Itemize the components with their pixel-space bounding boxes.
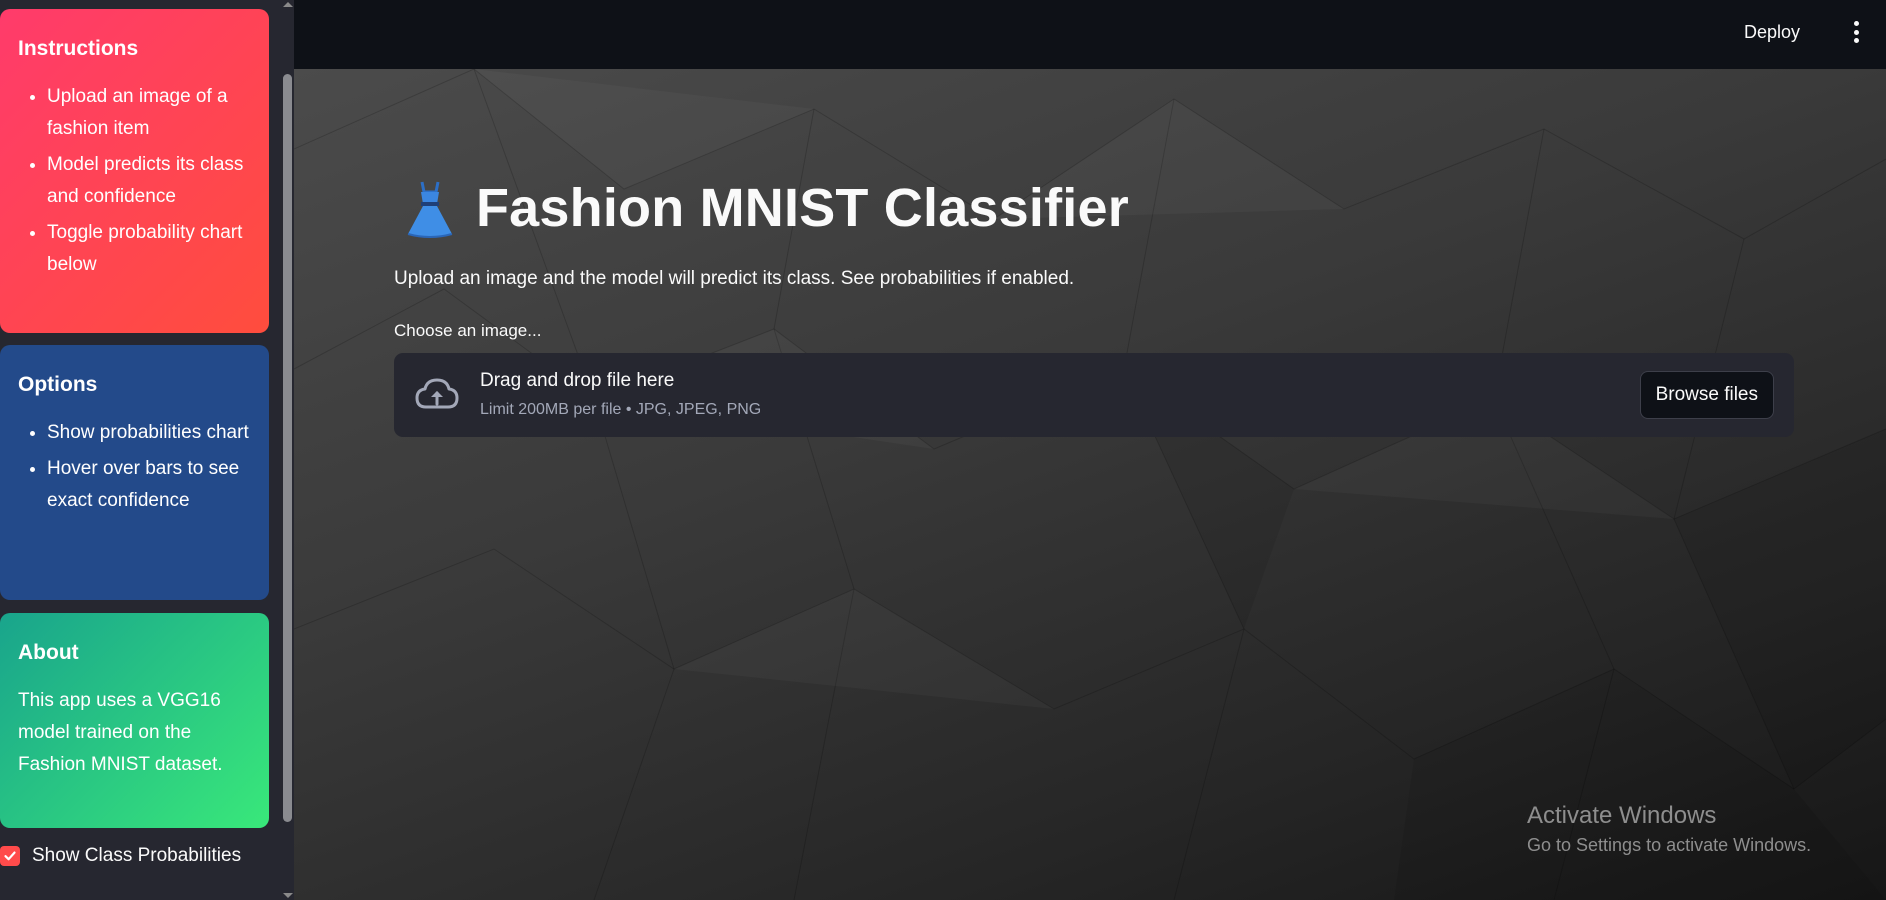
file-dropzone[interactable]: Drag and drop file here Limit 200MB per … [394, 353, 1794, 437]
list-item: Show probabilities chart [47, 417, 251, 449]
options-list: Show probabilities chart Hover over bars… [18, 417, 251, 517]
deploy-button[interactable]: Deploy [1738, 20, 1806, 45]
dropzone-title: Drag and drop file here [480, 370, 675, 391]
instructions-list: Upload an image of a fashion item Model … [18, 81, 251, 281]
dropzone-limit: Limit 200MB per file • JPG, JPEG, PNG [480, 401, 762, 418]
main-content: Fashion MNIST Classifier Upload an image… [294, 69, 1886, 900]
list-item: Upload an image of a fashion item [47, 81, 251, 145]
app-header: Deploy [294, 0, 1886, 69]
sidebar-scroll-thumb[interactable] [283, 74, 292, 822]
file-uploader-label: Choose an image... [394, 321, 542, 340]
page-title: Fashion MNIST Classifier [476, 178, 1129, 238]
instructions-heading: Instructions [18, 37, 139, 60]
scroll-up-arrow-icon[interactable] [283, 2, 293, 7]
list-item: Hover over bars to see exact confidence [47, 453, 251, 517]
windows-watermark-title: Activate Windows [1527, 802, 1717, 829]
main-menu-icon[interactable] [1850, 21, 1862, 43]
sidebar: Instructions Upload an image of a fashio… [0, 0, 294, 900]
scroll-down-arrow-icon[interactable] [283, 893, 293, 898]
options-card: Options Show probabilities chart Hover o… [0, 345, 269, 600]
checkbox-label: Show Class Probabilities [32, 845, 242, 866]
about-card: About This app uses a VGG16 model traine… [0, 613, 269, 828]
cloud-upload-icon [415, 378, 459, 409]
options-heading: Options [18, 373, 98, 396]
browse-files-button[interactable]: Browse files [1639, 371, 1774, 419]
show-probabilities-checkbox[interactable]: Show Class Probabilities [0, 842, 241, 870]
list-item: Model predicts its class and confidence [47, 149, 251, 213]
about-heading: About [18, 641, 79, 664]
list-item: Toggle probability chart below [47, 217, 251, 281]
page-subtitle: Upload an image and the model will predi… [394, 268, 1075, 289]
checkbox-checked-icon[interactable] [0, 846, 20, 866]
instructions-card: Instructions Upload an image of a fashio… [0, 9, 269, 333]
dress-icon [407, 181, 453, 238]
windows-watermark-subtitle: Go to Settings to activate Windows. [1527, 835, 1812, 855]
page-title-row: Fashion MNIST Classifier [402, 177, 1129, 239]
about-text: This app uses a VGG16 model trained on t… [18, 690, 223, 775]
